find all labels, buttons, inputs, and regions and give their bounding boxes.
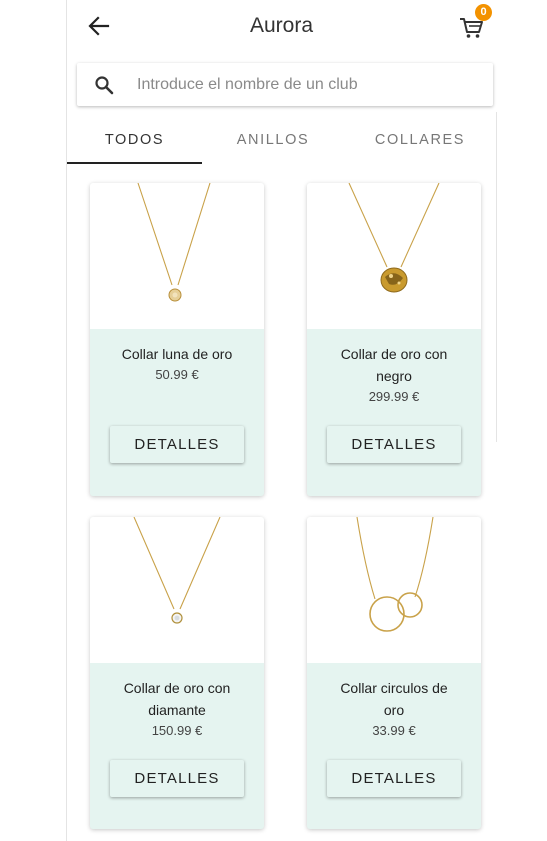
tab-anillos[interactable]: ANILLOS [202, 118, 344, 164]
product-name: Collar circulos de oro [340, 680, 448, 718]
page-title: Aurora [249, 14, 314, 37]
cart-count-badge: 0 [475, 4, 492, 21]
category-tabs: TODOS ANILLOS COLLARES [67, 118, 496, 164]
gold-necklace-image [133, 517, 221, 624]
tab-collares[interactable]: COLLARES [344, 118, 496, 164]
product-name: Collar luna de oro [121, 346, 233, 362]
gold-necklace-image [356, 517, 434, 632]
product-info: Collar de oro con negro 299.99 € [307, 343, 481, 407]
details-button[interactable]: DETALLES [327, 760, 461, 797]
product-price: 33.99 € [372, 723, 416, 738]
gold-necklace-image [137, 183, 211, 302]
search-input[interactable] [137, 63, 477, 106]
product-info: Collar de oro con diamante 150.99 € [90, 677, 264, 741]
tab-todos[interactable]: TODOS [67, 118, 202, 164]
active-tab-indicator [67, 162, 202, 164]
product-image [307, 517, 481, 663]
product-info: Collar luna de oro 50.99 € [90, 343, 264, 385]
product-image [90, 517, 264, 663]
product-card[interactable]: Collar circulos de oro 33.99 € DETALLES [307, 517, 481, 829]
details-button[interactable]: DETALLES [110, 426, 244, 463]
product-name: Collar de oro con negro [340, 346, 448, 384]
product-name: Collar de oro con diamante [123, 680, 231, 718]
search-bar [77, 63, 493, 106]
product-card[interactable]: Collar luna de oro 50.99 € DETALLES [90, 183, 264, 496]
product-price: 50.99 € [155, 367, 199, 382]
product-card[interactable]: Collar de oro con diamante 150.99 € DETA… [90, 517, 264, 829]
search-icon [95, 76, 114, 95]
product-card[interactable]: Collar de oro con negro 299.99 € DETALLE… [307, 183, 481, 496]
gold-necklace-image [348, 183, 440, 293]
product-price: 150.99 € [151, 723, 203, 738]
product-image [90, 183, 264, 329]
product-image [307, 183, 481, 329]
app-container: Aurora 0 TODOS ANILLOS COLLARES [67, 0, 496, 841]
product-info: Collar circulos de oro 33.99 € [307, 677, 481, 741]
details-button[interactable]: DETALLES [110, 760, 244, 797]
product-price: 299.99 € [368, 389, 420, 404]
top-app-bar: Aurora 0 [67, 0, 496, 56]
details-button[interactable]: DETALLES [327, 426, 461, 463]
right-divider [496, 112, 497, 442]
